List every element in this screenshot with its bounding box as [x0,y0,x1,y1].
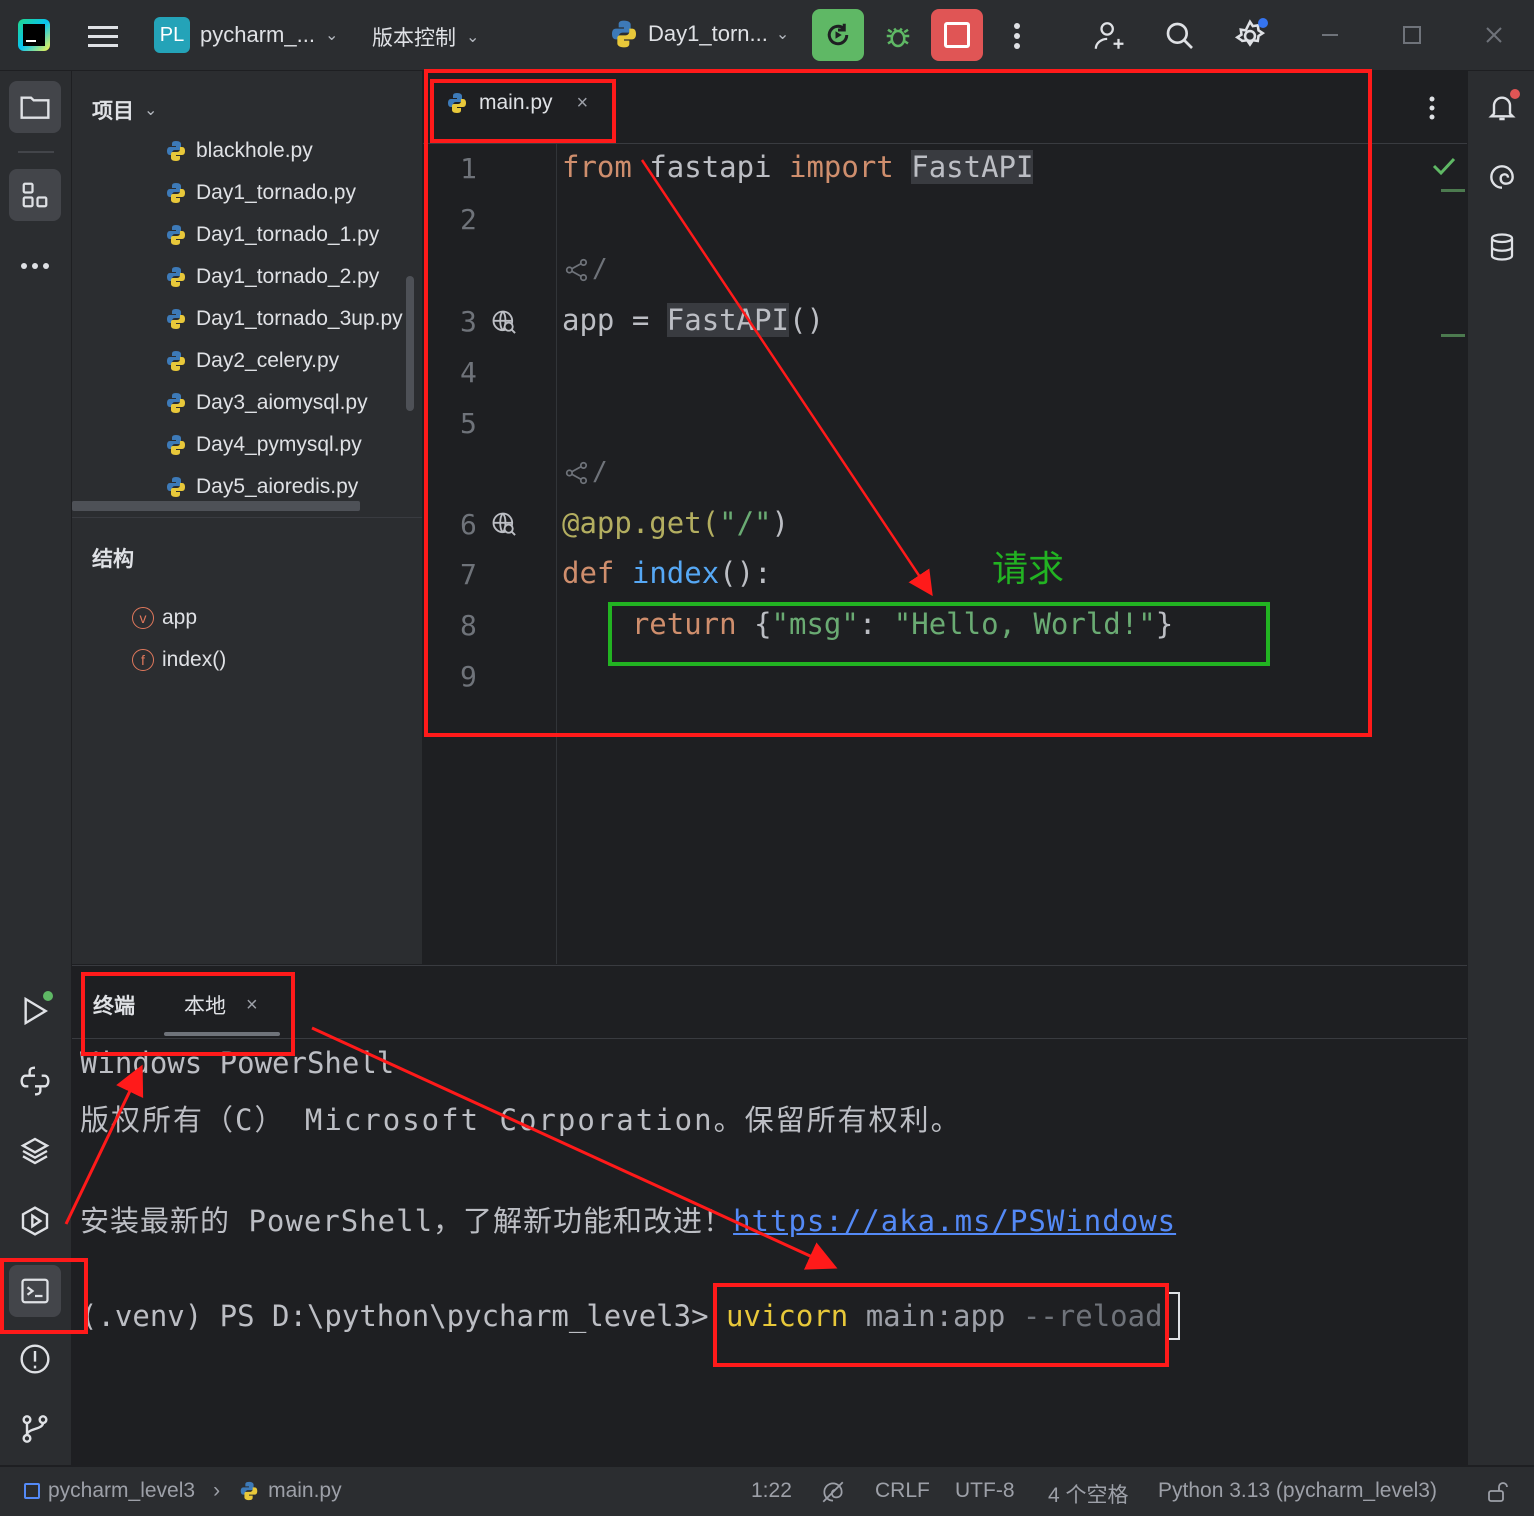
annotation-arrows [64,159,933,1270]
annotation-arrow [311,1026,838,1270]
annotation-arrow [64,1064,144,1225]
annotation-arrow [640,159,933,597]
